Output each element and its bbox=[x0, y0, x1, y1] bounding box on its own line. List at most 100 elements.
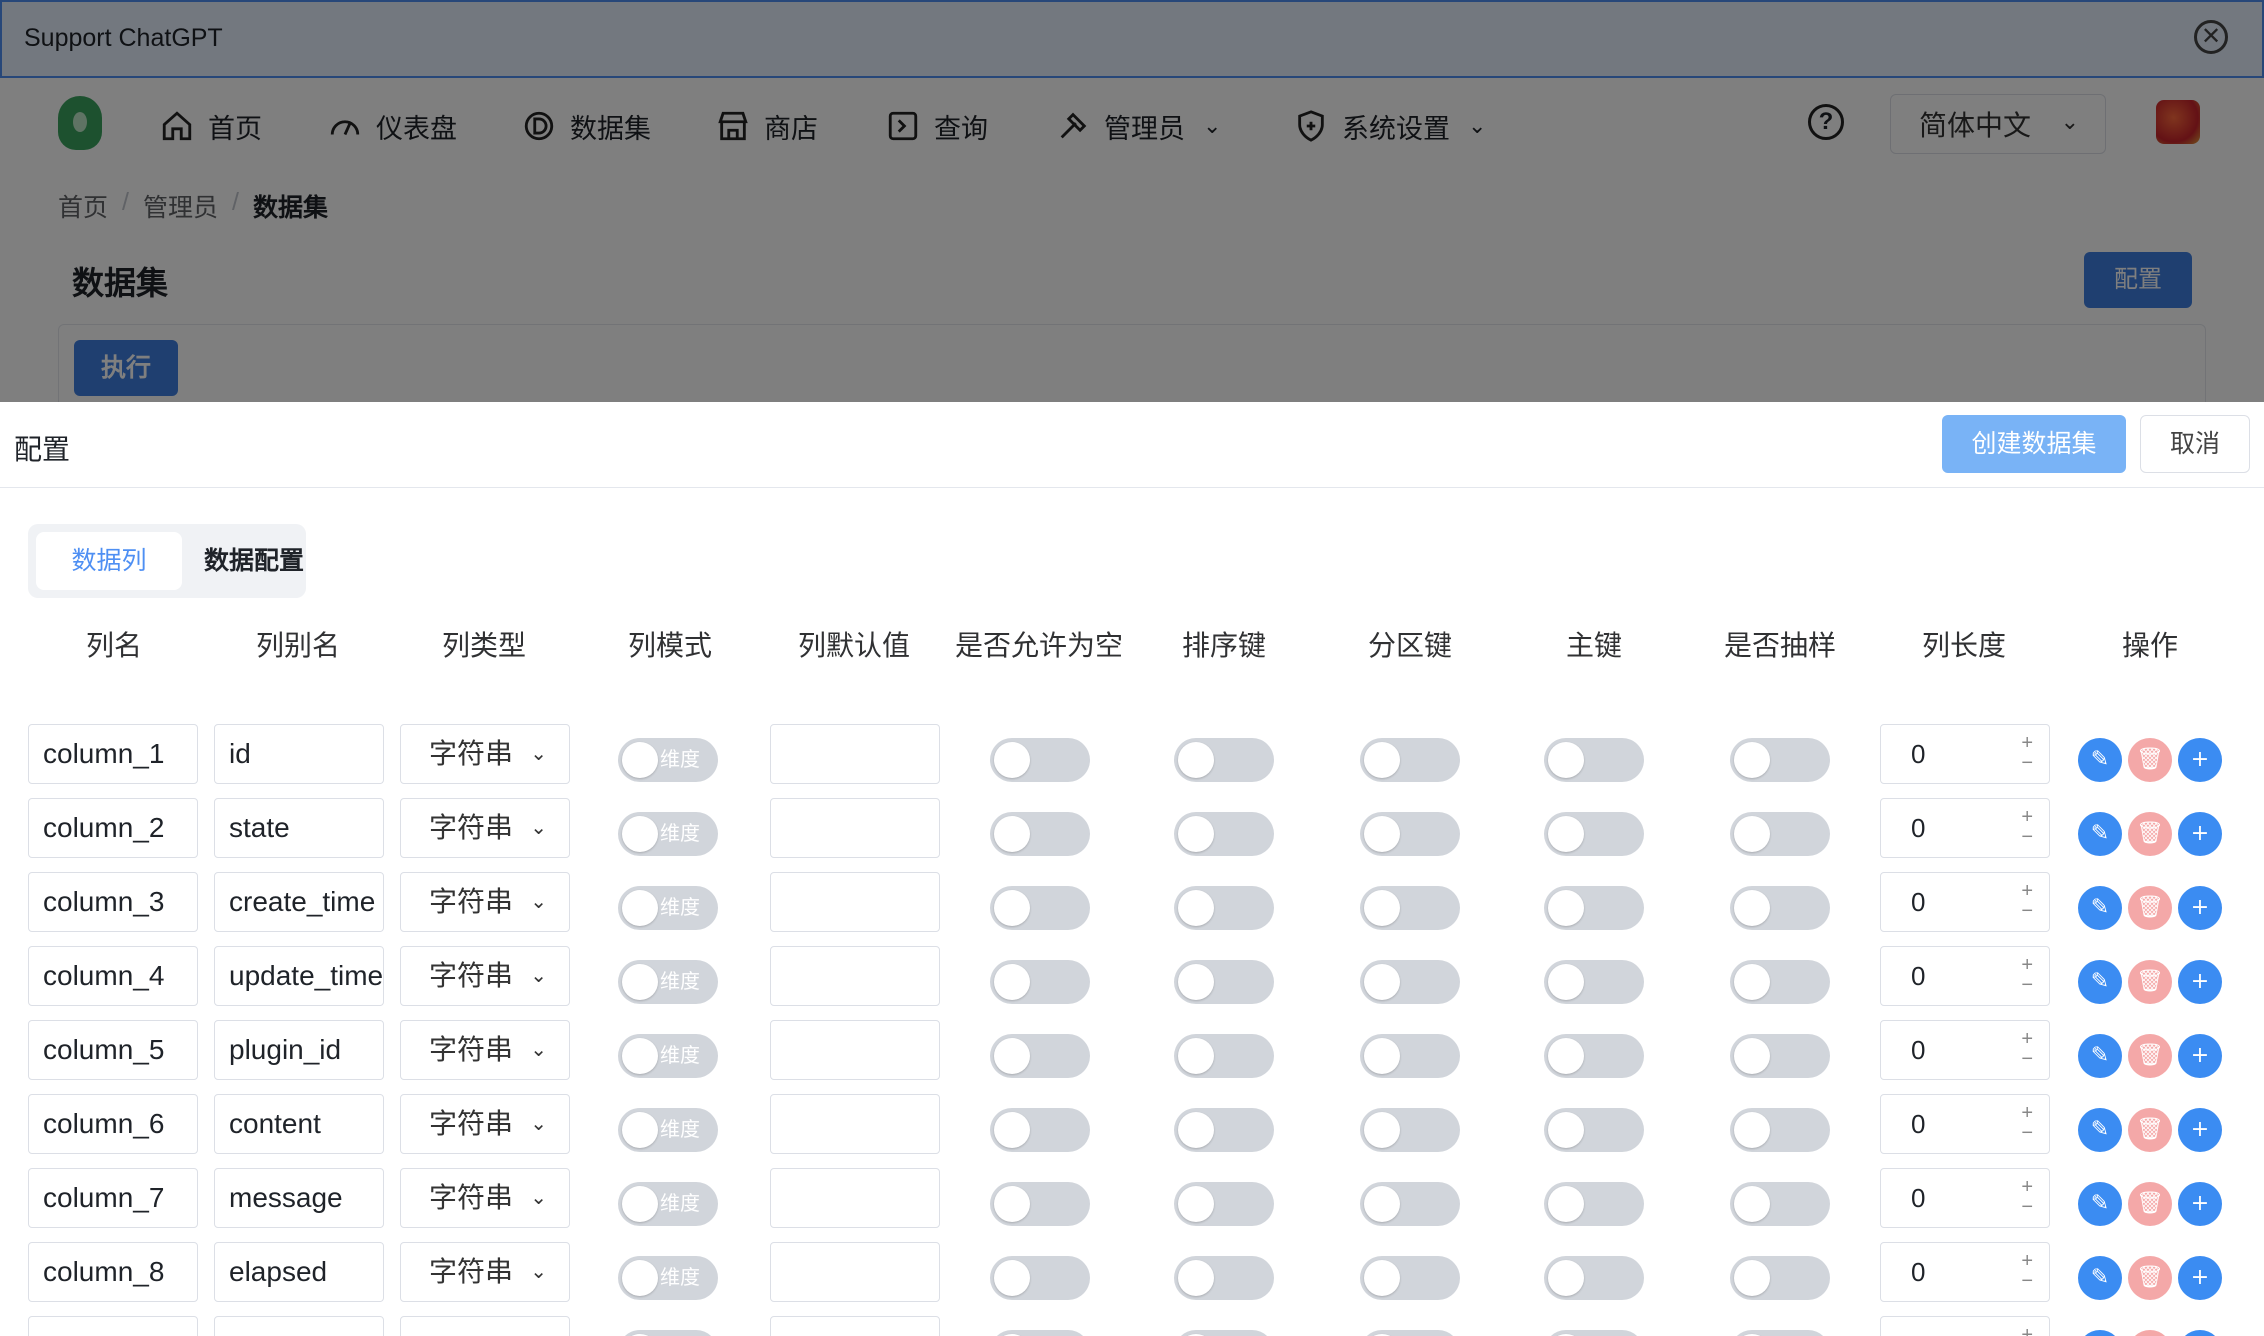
primary-key-switch[interactable] bbox=[1544, 886, 1644, 930]
add-icon[interactable]: + bbox=[2178, 1034, 2222, 1078]
column-name-input[interactable]: column_7 bbox=[28, 1168, 198, 1228]
partition-key-switch[interactable] bbox=[1360, 886, 1460, 930]
sampling-switch[interactable] bbox=[1730, 1034, 1830, 1078]
column-name-input[interactable]: column_3 bbox=[28, 872, 198, 932]
increment-icon[interactable]: + bbox=[2021, 733, 2033, 753]
column-default-input[interactable] bbox=[770, 1168, 940, 1228]
column-mode-switch[interactable]: 维度 bbox=[618, 886, 718, 930]
increment-icon[interactable]: + bbox=[2021, 1325, 2033, 1336]
edit-icon[interactable]: ✎ bbox=[2078, 1034, 2122, 1078]
column-mode-switch[interactable]: 维度 bbox=[618, 1108, 718, 1152]
column-mode-switch[interactable]: 维度 bbox=[618, 960, 718, 1004]
column-length-stepper[interactable]: 0 + − bbox=[1880, 798, 2050, 858]
sort-key-switch[interactable] bbox=[1174, 960, 1274, 1004]
column-mode-switch[interactable]: 维度 bbox=[618, 812, 718, 856]
column-alias-input[interactable]: id bbox=[214, 724, 384, 784]
tab-data-config[interactable]: 数据配置 bbox=[188, 532, 320, 590]
column-default-input[interactable] bbox=[770, 1242, 940, 1302]
sort-key-switch[interactable] bbox=[1174, 812, 1274, 856]
column-name-input[interactable]: column_2 bbox=[28, 798, 198, 858]
column-default-input[interactable] bbox=[770, 798, 940, 858]
primary-key-switch[interactable] bbox=[1544, 738, 1644, 782]
decrement-icon[interactable]: − bbox=[2021, 827, 2033, 847]
column-default-input[interactable] bbox=[770, 724, 940, 784]
primary-key-switch[interactable] bbox=[1544, 812, 1644, 856]
sort-key-switch[interactable] bbox=[1174, 886, 1274, 930]
add-icon[interactable]: + bbox=[2178, 1330, 2222, 1336]
edit-icon[interactable]: ✎ bbox=[2078, 1108, 2122, 1152]
decrement-icon[interactable]: − bbox=[2021, 1197, 2033, 1217]
column-type-select[interactable]: 字符串 ⌄ bbox=[400, 1168, 570, 1228]
decrement-icon[interactable]: − bbox=[2021, 901, 2033, 921]
column-type-select[interactable]: 字符串 ⌄ bbox=[400, 724, 570, 784]
column-alias-input[interactable] bbox=[214, 1316, 384, 1336]
edit-icon[interactable]: ✎ bbox=[2078, 1330, 2122, 1336]
column-length-stepper[interactable]: 0 + − bbox=[1880, 946, 2050, 1006]
column-name-input[interactable]: column_6 bbox=[28, 1094, 198, 1154]
increment-icon[interactable]: + bbox=[2021, 1177, 2033, 1197]
edit-icon[interactable]: ✎ bbox=[2078, 1182, 2122, 1226]
sort-key-switch[interactable] bbox=[1174, 1256, 1274, 1300]
column-mode-switch[interactable]: 维度 bbox=[618, 1330, 718, 1336]
increment-icon[interactable]: + bbox=[2021, 881, 2033, 901]
nullable-switch[interactable] bbox=[990, 812, 1090, 856]
cancel-button[interactable]: 取消 bbox=[2140, 415, 2250, 473]
delete-icon[interactable]: 🗑 bbox=[2128, 1330, 2172, 1336]
primary-key-switch[interactable] bbox=[1544, 1256, 1644, 1300]
add-icon[interactable]: + bbox=[2178, 1256, 2222, 1300]
column-type-select[interactable]: 字符串 ⌄ bbox=[400, 1094, 570, 1154]
delete-icon[interactable]: 🗑 bbox=[2128, 812, 2172, 856]
partition-key-switch[interactable] bbox=[1360, 1034, 1460, 1078]
partition-key-switch[interactable] bbox=[1360, 1182, 1460, 1226]
partition-key-switch[interactable] bbox=[1360, 1108, 1460, 1152]
sampling-switch[interactable] bbox=[1730, 1256, 1830, 1300]
delete-icon[interactable]: 🗑 bbox=[2128, 738, 2172, 782]
column-type-select[interactable]: 字符串 ⌄ bbox=[400, 1242, 570, 1302]
column-mode-switch[interactable]: 维度 bbox=[618, 1034, 718, 1078]
primary-key-switch[interactable] bbox=[1544, 960, 1644, 1004]
sort-key-switch[interactable] bbox=[1174, 1108, 1274, 1152]
sampling-switch[interactable] bbox=[1730, 812, 1830, 856]
sampling-switch[interactable] bbox=[1730, 1330, 1830, 1336]
sort-key-switch[interactable] bbox=[1174, 1182, 1274, 1226]
increment-icon[interactable]: + bbox=[2021, 1251, 2033, 1271]
nullable-switch[interactable] bbox=[990, 960, 1090, 1004]
add-icon[interactable]: + bbox=[2178, 738, 2222, 782]
column-name-input[interactable]: column_1 bbox=[28, 724, 198, 784]
primary-key-switch[interactable] bbox=[1544, 1330, 1644, 1336]
partition-key-switch[interactable] bbox=[1360, 1256, 1460, 1300]
decrement-icon[interactable]: − bbox=[2021, 753, 2033, 773]
nullable-switch[interactable] bbox=[990, 1330, 1090, 1336]
add-icon[interactable]: + bbox=[2178, 960, 2222, 1004]
sampling-switch[interactable] bbox=[1730, 886, 1830, 930]
column-mode-switch[interactable]: 维度 bbox=[618, 738, 718, 782]
sort-key-switch[interactable] bbox=[1174, 1330, 1274, 1336]
column-default-input[interactable] bbox=[770, 1316, 940, 1336]
increment-icon[interactable]: + bbox=[2021, 955, 2033, 975]
column-alias-input[interactable]: message bbox=[214, 1168, 384, 1228]
sampling-switch[interactable] bbox=[1730, 738, 1830, 782]
column-name-input[interactable]: column_8 bbox=[28, 1242, 198, 1302]
column-alias-input[interactable]: elapsed bbox=[214, 1242, 384, 1302]
column-length-stepper[interactable]: 0 + − bbox=[1880, 724, 2050, 784]
partition-key-switch[interactable] bbox=[1360, 960, 1460, 1004]
column-name-input[interactable]: column_4 bbox=[28, 946, 198, 1006]
column-type-select[interactable]: 字符串 ⌄ bbox=[400, 872, 570, 932]
column-length-stepper[interactable]: 0 + − bbox=[1880, 1242, 2050, 1302]
nullable-switch[interactable] bbox=[990, 1034, 1090, 1078]
delete-icon[interactable]: 🗑 bbox=[2128, 1108, 2172, 1152]
decrement-icon[interactable]: − bbox=[2021, 1123, 2033, 1143]
nullable-switch[interactable] bbox=[990, 1108, 1090, 1152]
increment-icon[interactable]: + bbox=[2021, 1029, 2033, 1049]
column-type-select[interactable]: 字符串 ⌄ bbox=[400, 1020, 570, 1080]
partition-key-switch[interactable] bbox=[1360, 812, 1460, 856]
nullable-switch[interactable] bbox=[990, 738, 1090, 782]
add-icon[interactable]: + bbox=[2178, 886, 2222, 930]
column-mode-switch[interactable]: 维度 bbox=[618, 1256, 718, 1300]
delete-icon[interactable]: 🗑 bbox=[2128, 1034, 2172, 1078]
decrement-icon[interactable]: − bbox=[2021, 1049, 2033, 1069]
column-type-select[interactable]: 字符串 ⌄ bbox=[400, 946, 570, 1006]
increment-icon[interactable]: + bbox=[2021, 1103, 2033, 1123]
primary-key-switch[interactable] bbox=[1544, 1034, 1644, 1078]
column-name-input[interactable]: column_5 bbox=[28, 1020, 198, 1080]
